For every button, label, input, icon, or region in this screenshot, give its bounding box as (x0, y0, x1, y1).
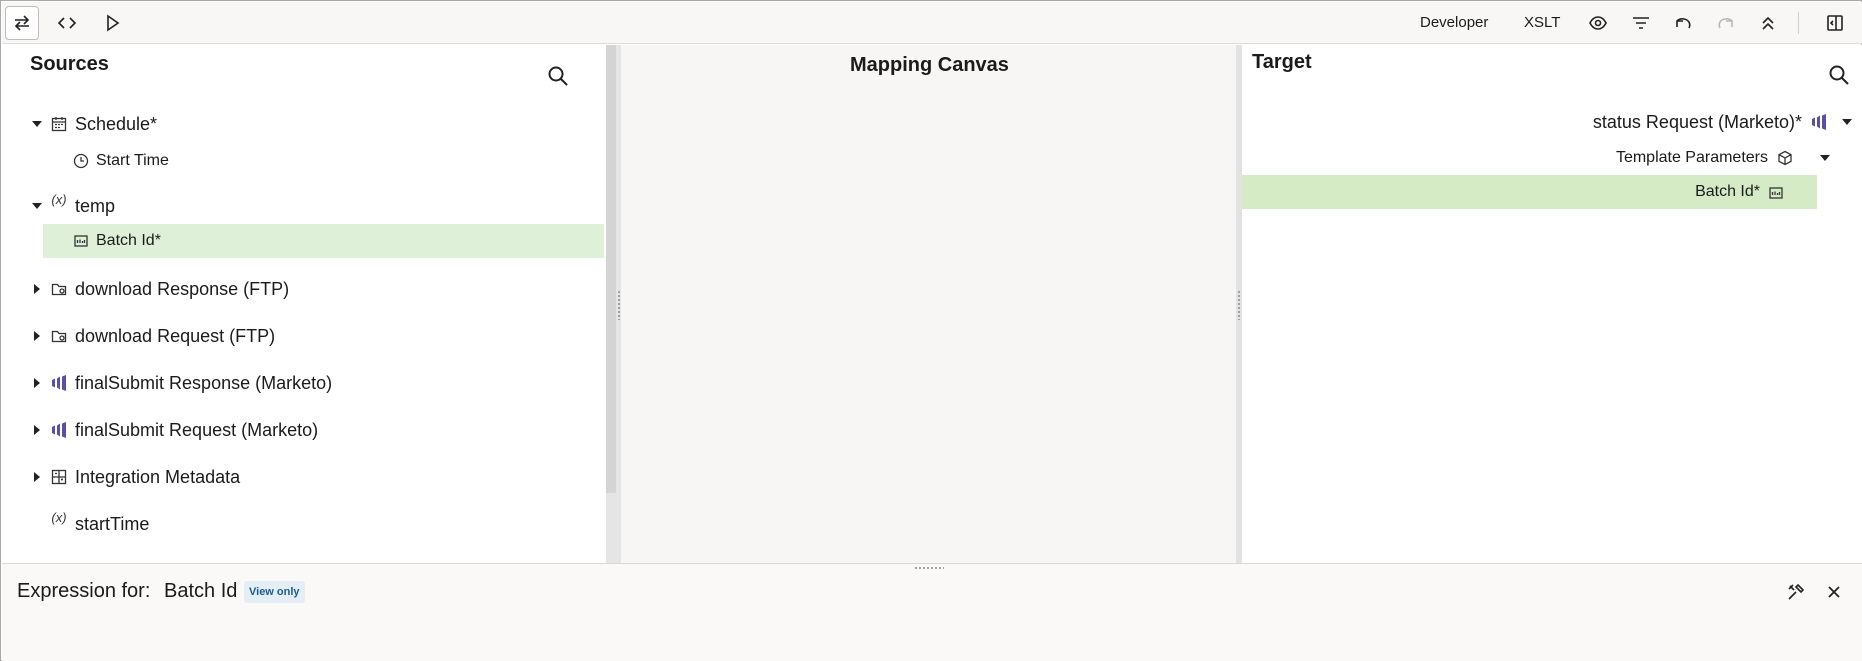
caret-right-icon[interactable] (30, 329, 44, 343)
filter-button[interactable] (1624, 6, 1658, 40)
tree-node-batch-id[interactable]: Batch Id* (43, 224, 604, 258)
code-view-button[interactable] (50, 6, 84, 40)
target-title: Target (1252, 51, 1312, 73)
tree-node-label: Batch Id* (96, 232, 161, 249)
toolbar: Developer XSLT (2, 2, 1862, 44)
marketo-icon (1810, 113, 1828, 131)
caret-down-icon[interactable] (30, 117, 44, 131)
tree-node-label: download Request (FTP) (75, 325, 276, 346)
mapper-window: Developer XSLT Sources Schedule* Start T… (0, 0, 1862, 661)
close-icon (1828, 586, 1840, 598)
tree-node-label: Integration Metadata (75, 466, 241, 487)
collapse-all-icon (1762, 16, 1774, 30)
clock-icon (72, 152, 90, 170)
variable-icon: (x) (51, 509, 67, 525)
caret-right-icon[interactable] (30, 423, 44, 437)
tree-node-label: Template Parameters (1615, 149, 1768, 166)
tree-node-schedule[interactable]: Schedule* (2, 107, 604, 141)
collapse-all-button[interactable] (1751, 6, 1785, 40)
tree-node-label: status Request (Marketo)* (1592, 111, 1802, 132)
target-panel: Target status Request (Marketo)* Templat… (1242, 45, 1862, 563)
undo-button[interactable] (1666, 6, 1700, 40)
toggle-panel-icon (1827, 15, 1843, 31)
ftp-folder-icon (50, 280, 68, 298)
resize-grip[interactable] (1237, 290, 1241, 320)
tree-node-label: Batch Id* (1695, 183, 1760, 200)
tree-node-label: download Response (FTP) (75, 278, 290, 299)
resize-grip[interactable] (914, 566, 944, 570)
sources-title: Sources (30, 53, 109, 75)
tree-node-label: Start Time (96, 152, 169, 169)
close-expression-button[interactable] (1822, 580, 1846, 604)
expression-tools-button[interactable] (1784, 580, 1808, 604)
variable-icon: (x) (51, 191, 67, 207)
marketo-icon (50, 374, 68, 392)
caret-right-icon[interactable] (30, 470, 44, 484)
tree-node-download-request[interactable]: download Request (FTP) (2, 319, 604, 353)
calendar-icon (50, 115, 68, 133)
expression-target-name: Batch Id (164, 580, 238, 602)
caret-down-icon[interactable] (1840, 115, 1854, 129)
mapping-canvas[interactable]: Mapping Canvas (621, 45, 1236, 563)
caret-down-icon[interactable] (1818, 151, 1832, 165)
tree-node-label: finalSubmit Request (Marketo) (75, 419, 319, 440)
tree-node-label: temp (75, 195, 116, 216)
filter-icon (1633, 17, 1649, 29)
play-icon (107, 14, 120, 32)
target-node-status-request[interactable]: status Request (Marketo)* (1242, 105, 1862, 139)
tree-node-finalsubmit-response[interactable]: finalSubmit Response (Marketo) (2, 366, 604, 400)
tree-node-download-response[interactable]: download Response (FTP) (2, 272, 604, 306)
string-field-icon (1767, 184, 1785, 202)
undo-icon (1676, 18, 1691, 29)
tree-node-finalsubmit-request[interactable]: finalSubmit Request (Marketo) (2, 413, 604, 447)
expression-label: Expression for: (17, 580, 151, 602)
search-icon (1829, 65, 1849, 85)
view-only-badge: View only (244, 581, 305, 603)
caret-right-icon[interactable] (30, 282, 44, 296)
caret-down-icon[interactable] (30, 199, 44, 213)
target-node-batch-id[interactable]: Batch Id* (1242, 175, 1817, 209)
xslt-toggle[interactable]: XSLT (1524, 14, 1560, 31)
sources-panel: Sources Schedule* Start Time (x) temp Ba… (2, 45, 606, 563)
tools-icon (1788, 583, 1805, 600)
eye-icon (1589, 16, 1607, 30)
expression-panel: Expression for: Batch Id View only (2, 563, 1862, 661)
marketo-icon (50, 421, 68, 439)
redo-icon (1718, 18, 1733, 29)
sources-search-button[interactable] (545, 63, 571, 89)
code-icon (57, 17, 77, 29)
tree-node-temp[interactable]: (x) temp (2, 189, 604, 223)
metadata-icon (50, 468, 68, 486)
sources-scrollbar[interactable] (606, 45, 616, 493)
target-search-button[interactable] (1826, 62, 1852, 88)
ftp-folder-icon (50, 327, 68, 345)
tree-node-start-time[interactable]: Start Time (2, 144, 604, 178)
swap-mapping-button[interactable] (5, 6, 39, 40)
tree-node-starttime[interactable]: (x) startTime (2, 507, 604, 541)
test-run-button[interactable] (95, 6, 129, 40)
tree-node-label: Schedule* (75, 113, 158, 134)
caret-right-icon[interactable] (30, 376, 44, 390)
cube-icon (1776, 149, 1794, 167)
tree-node-integration-metadata[interactable]: Integration Metadata (2, 460, 604, 494)
tree-node-label: finalSubmit Response (Marketo) (75, 372, 333, 393)
target-node-template-parameters[interactable]: Template Parameters (1242, 141, 1862, 175)
toggle-panel-button[interactable] (1818, 6, 1852, 40)
string-field-icon (72, 232, 90, 250)
canvas-title: Mapping Canvas (850, 54, 1009, 76)
sources-canvas-splitter[interactable] (606, 45, 621, 563)
developer-mode-toggle[interactable]: Developer (1420, 14, 1488, 31)
redo-button[interactable] (1709, 6, 1743, 40)
toolbar-divider (1798, 12, 1799, 34)
search-icon (548, 66, 568, 86)
preview-button[interactable] (1581, 6, 1615, 40)
tree-node-label: startTime (75, 513, 150, 534)
swap-icon (14, 15, 30, 31)
